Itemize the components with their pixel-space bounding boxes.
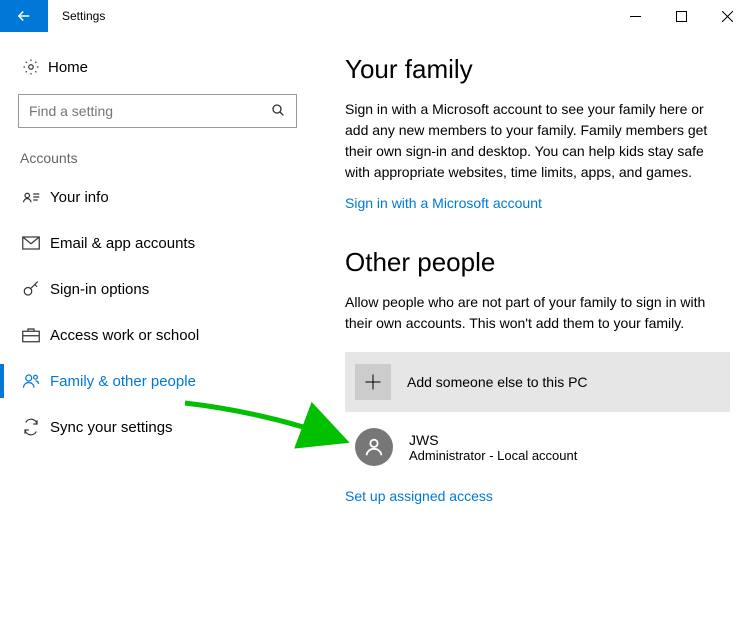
people-icon: [22, 372, 50, 390]
sidebar-item-work[interactable]: Access work or school: [0, 312, 315, 358]
minimize-button[interactable]: [612, 0, 658, 32]
window-title: Settings: [48, 0, 119, 32]
other-heading: Other people: [345, 247, 730, 278]
sidebar-item-label: Access work or school: [50, 327, 199, 344]
signin-link[interactable]: Sign in with a Microsoft account: [345, 195, 730, 211]
briefcase-icon: [22, 327, 50, 343]
sidebar-item-label: Your info: [50, 189, 109, 206]
back-button[interactable]: [0, 0, 48, 32]
sidebar: Home Accounts Your info Email & app acco…: [0, 32, 315, 643]
sidebar-item-sync[interactable]: Sync your settings: [0, 404, 315, 450]
family-heading: Your family: [345, 54, 730, 85]
user-row[interactable]: JWS Administrator - Local account: [345, 428, 730, 466]
search-box[interactable]: [18, 94, 297, 128]
sidebar-item-your-info[interactable]: Your info: [0, 174, 315, 220]
home-button[interactable]: Home: [0, 52, 315, 90]
assigned-access-link[interactable]: Set up assigned access: [345, 488, 730, 504]
maximize-icon: [676, 11, 687, 22]
close-icon: [722, 11, 733, 22]
section-label: Accounts: [0, 128, 315, 174]
sidebar-item-email[interactable]: Email & app accounts: [0, 220, 315, 266]
close-button[interactable]: [704, 0, 750, 32]
window-controls: [612, 0, 750, 32]
sidebar-item-label: Sync your settings: [50, 419, 173, 436]
mail-icon: [22, 236, 50, 250]
sync-icon: [22, 418, 50, 436]
search-icon: [270, 102, 286, 121]
avatar: [355, 428, 393, 466]
other-body: Allow people who are not part of your fa…: [345, 292, 725, 334]
home-label: Home: [48, 59, 88, 76]
gear-icon: [22, 58, 48, 76]
sidebar-item-signin[interactable]: Sign-in options: [0, 266, 315, 312]
back-arrow-icon: [15, 7, 33, 25]
minimize-icon: [630, 11, 641, 22]
main-content: Your family Sign in with a Microsoft acc…: [315, 32, 750, 643]
add-someone-label: Add someone else to this PC: [407, 374, 588, 390]
person-card-icon: [22, 190, 50, 204]
user-name: JWS: [409, 432, 577, 448]
family-body: Sign in with a Microsoft account to see …: [345, 99, 725, 183]
titlebar: Settings: [0, 0, 750, 32]
person-icon: [363, 436, 385, 458]
add-someone-button[interactable]: Add someone else to this PC: [345, 352, 730, 412]
sidebar-item-label: Email & app accounts: [50, 235, 195, 252]
sidebar-item-label: Sign-in options: [50, 281, 149, 298]
maximize-button[interactable]: [658, 0, 704, 32]
sidebar-item-family[interactable]: Family & other people: [0, 358, 315, 404]
search-input[interactable]: [29, 103, 270, 119]
user-role: Administrator - Local account: [409, 448, 577, 463]
key-icon: [22, 280, 50, 298]
plus-icon: [355, 364, 391, 400]
sidebar-item-label: Family & other people: [50, 373, 196, 390]
